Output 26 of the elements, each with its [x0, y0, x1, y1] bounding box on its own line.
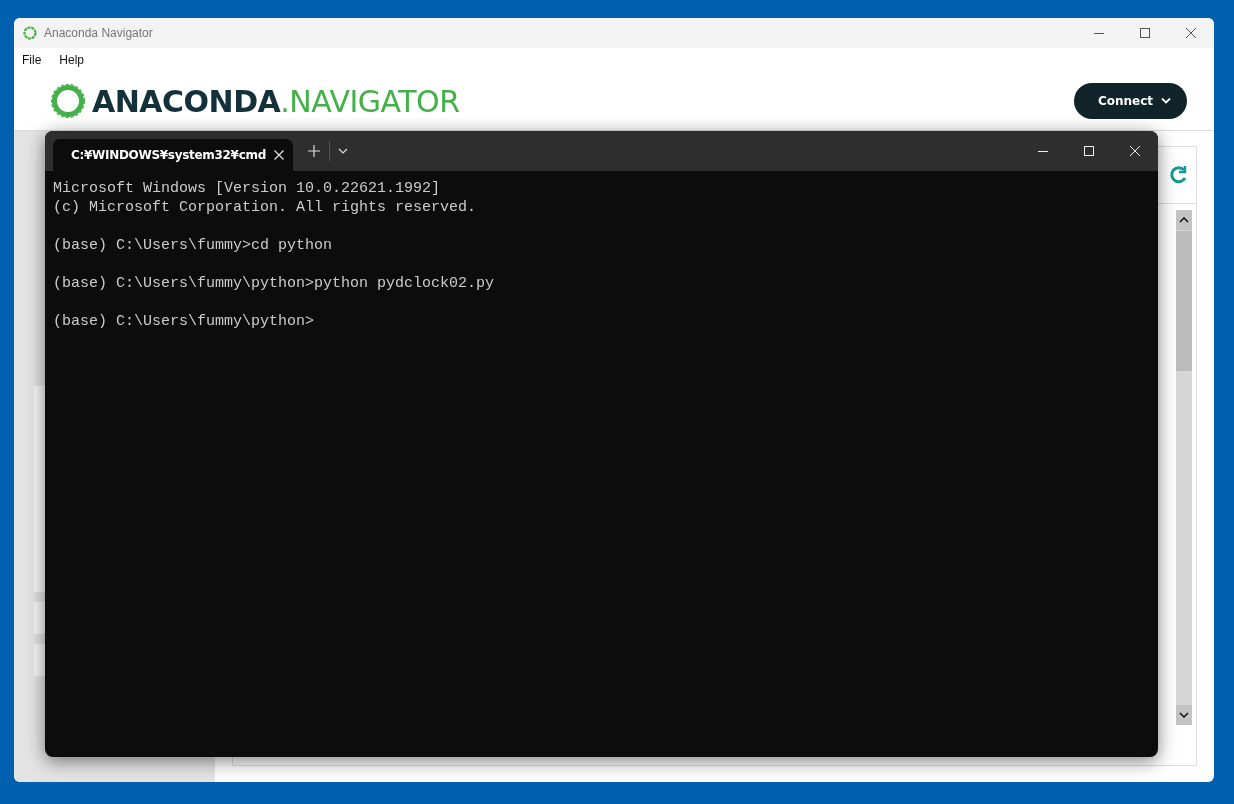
close-icon	[273, 150, 284, 160]
menu-item[interactable]: File	[22, 51, 48, 69]
chevron-down-icon	[1161, 98, 1171, 104]
tab-title: C:¥WINDOWS¥system32¥cmd	[71, 148, 266, 162]
close-icon	[1186, 28, 1196, 38]
scrollbar[interactable]	[1176, 210, 1192, 725]
terminal-tab[interactable]: C:¥WINDOWS¥system32¥cmd	[53, 139, 293, 171]
close-icon	[1130, 146, 1140, 156]
console-line: (base) C:\Users\fummy\python>	[53, 312, 316, 331]
chevron-up-icon	[1179, 217, 1189, 223]
plus-icon	[308, 145, 320, 157]
connect-button[interactable]: Connect	[1073, 83, 1187, 119]
product-name: .NAVIGATOR	[280, 83, 460, 119]
chevron-down-icon	[338, 148, 348, 154]
brand-name: ANACONDA	[92, 83, 281, 119]
ring-logo-icon	[23, 26, 37, 40]
console-line: (base) C:\Users\fummy\python>python pydclock02.py	[53, 274, 496, 293]
menu-item[interactable]: Help	[59, 51, 91, 69]
maximize-icon	[1140, 28, 1150, 38]
maximize-icon	[1084, 146, 1094, 156]
window-title: Anaconda Navigator	[44, 26, 153, 40]
ring-logo-icon	[50, 83, 86, 119]
console-line: (base) C:\Users\fummy>cd python	[53, 236, 334, 255]
console-line: Microsoft Windows [Version 10.0.22621.1992]	[53, 179, 442, 198]
chevron-down-icon	[1179, 712, 1189, 718]
console-line: (c) Microsoft Corporation. All rights reserved.	[53, 198, 478, 217]
